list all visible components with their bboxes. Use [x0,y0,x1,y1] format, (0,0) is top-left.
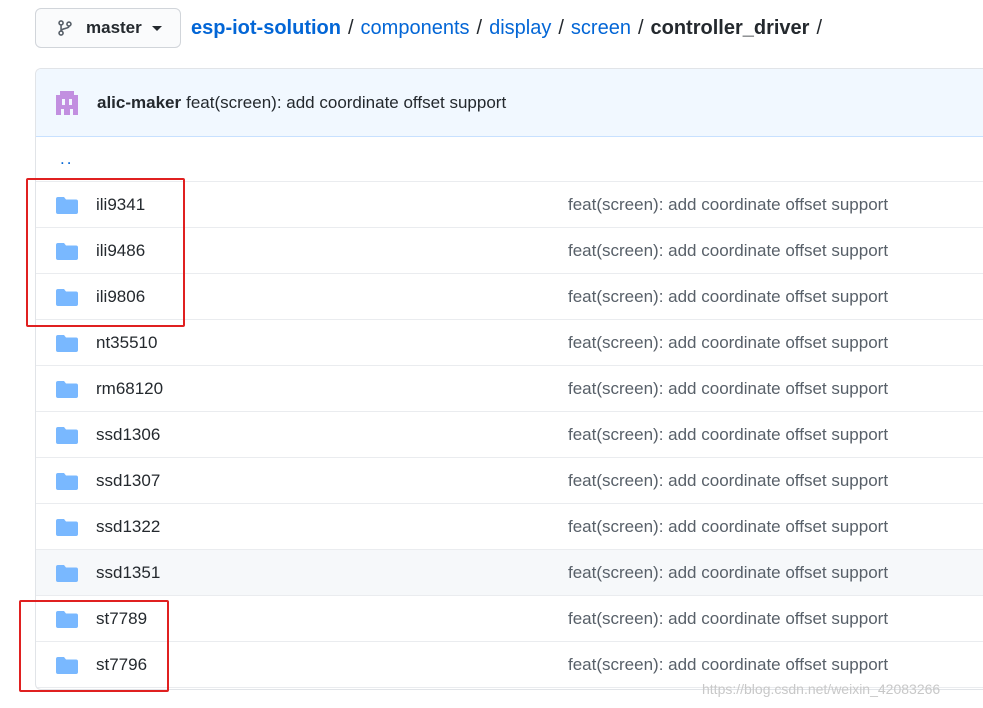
row-commit-message-link[interactable]: feat(screen): add coordinate offset supp… [568,655,888,675]
table-row[interactable]: ssd1306 feat(screen): add coordinate off… [36,412,983,458]
branch-name: master [86,18,142,37]
folder-icon [56,197,78,214]
file-list: ili9341 feat(screen): add coordinate off… [36,182,983,688]
latest-commit-bar: alic-maker feat(screen): add coordinate … [36,69,983,137]
directory-link[interactable]: nt35510 [96,333,157,353]
folder-icon [56,565,78,582]
directory-link[interactable]: ssd1322 [96,517,160,537]
folder-icon [56,519,78,536]
breadcrumb-current-dir: controller_driver [650,17,810,39]
parent-directory-row[interactable]: .. [36,137,983,182]
folder-icon [56,289,78,306]
directory-link[interactable]: ili9806 [96,287,145,307]
breadcrumb-separator: / [637,17,644,39]
breadcrumb: esp-iot-solution / components / display … [191,17,829,40]
breadcrumb-separator: / [476,17,483,39]
folder-icon [56,335,78,352]
row-commit-message-link[interactable]: feat(screen): add coordinate offset supp… [568,425,888,445]
row-commit-message-link[interactable]: feat(screen): add coordinate offset supp… [568,287,888,307]
directory-link[interactable]: rm68120 [96,379,163,399]
folder-icon [56,473,78,490]
directory-link[interactable]: ili9341 [96,195,145,215]
breadcrumb-components-link[interactable]: components [361,17,470,40]
folder-icon [56,611,78,628]
breadcrumb-separator: / [558,17,564,39]
watermark: https://blog.csdn.net/weixin_42083266 [702,681,941,697]
chevron-down-icon [151,25,162,31]
directory-link[interactable]: st7796 [96,655,147,675]
directory-link[interactable]: ssd1307 [96,471,160,491]
row-commit-message-link[interactable]: feat(screen): add coordinate offset supp… [568,195,888,215]
table-row[interactable]: ssd1322 feat(screen): add coordinate off… [36,504,983,550]
directory-link[interactable]: ssd1306 [96,425,160,445]
branch-selector-button[interactable]: master [35,8,181,48]
row-commit-message-link[interactable]: feat(screen): add coordinate offset supp… [568,379,888,399]
row-commit-message-link[interactable]: feat(screen): add coordinate offset supp… [568,563,888,583]
file-browser: alic-maker feat(screen): add coordinate … [35,68,983,690]
folder-icon [56,427,78,444]
git-branch-icon [58,20,72,36]
table-row[interactable]: rm68120 feat(screen): add coordinate off… [36,366,983,412]
table-row[interactable]: ssd1307 feat(screen): add coordinate off… [36,458,983,504]
folder-icon [56,381,78,398]
directory-link[interactable]: ssd1351 [96,563,160,583]
breadcrumb-display-link[interactable]: display [489,17,551,40]
breadcrumb-separator: / [347,17,354,39]
row-commit-message-link[interactable]: feat(screen): add coordinate offset supp… [568,517,888,537]
breadcrumb-screen-link[interactable]: screen [571,17,631,40]
table-row[interactable]: ili9806 feat(screen): add coordinate off… [36,274,983,320]
table-row[interactable]: ssd1351 feat(screen): add coordinate off… [36,550,983,596]
commit-message-link[interactable]: feat(screen): add coordinate offset supp… [186,93,506,113]
avatar[interactable] [53,88,81,117]
commit-author-link[interactable]: alic-maker [97,93,181,113]
row-commit-message-link[interactable]: feat(screen): add coordinate offset supp… [568,333,888,353]
table-row[interactable]: ili9341 feat(screen): add coordinate off… [36,182,983,228]
directory-link[interactable]: st7789 [96,609,147,629]
directory-link[interactable]: ili9486 [96,241,145,261]
folder-icon [56,243,78,260]
row-commit-message-link[interactable]: feat(screen): add coordinate offset supp… [568,471,888,491]
row-commit-message-link[interactable]: feat(screen): add coordinate offset supp… [568,241,888,261]
folder-icon [56,657,78,674]
breadcrumb-separator: / [816,17,823,39]
table-row[interactable]: nt35510 feat(screen): add coordinate off… [36,320,983,366]
table-row[interactable]: st7789 feat(screen): add coordinate offs… [36,596,983,642]
row-commit-message-link[interactable]: feat(screen): add coordinate offset supp… [568,609,888,629]
table-row[interactable]: ili9486 feat(screen): add coordinate off… [36,228,983,274]
breadcrumb-repo-link[interactable]: esp-iot-solution [191,17,341,40]
parent-directory-link[interactable]: .. [60,149,73,169]
